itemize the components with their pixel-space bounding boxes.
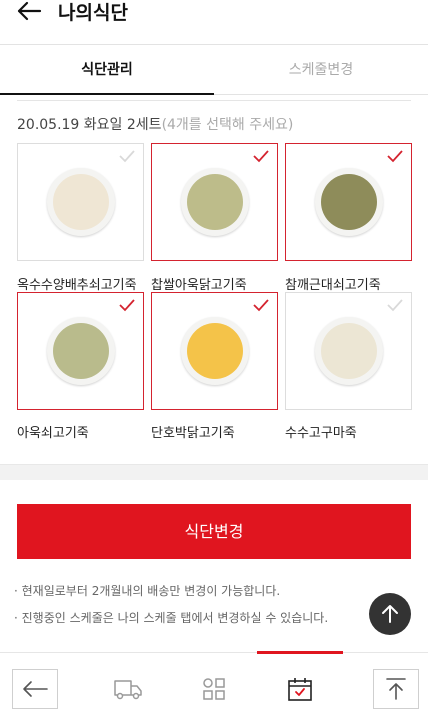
check-icon [253,299,269,312]
grid-icon [203,678,225,700]
menu-item-name: 아욱쇠고기죽 [17,426,89,441]
check-icon [387,150,403,163]
nav-menu-button[interactable] [191,669,237,709]
nav-back-button[interactable] [12,669,58,709]
menu-item-name: 단호박닭고기죽 [151,426,235,441]
scroll-top-icon [386,678,406,700]
porridge-bowl-image [315,168,383,236]
notice-item: · 진행중인 스케줄은 나의 스케줄 탭에서 변경하실 수 있습니다. [14,611,329,625]
calendar-check-icon [288,678,312,701]
change-diet-button[interactable]: 식단변경 [17,504,411,559]
porridge-bowl-image [47,317,115,385]
menu-item-name: 참깨근대쇠고기죽 [285,278,381,293]
notice-list: · 현재일로부터 2개월내의 배송만 변경이 가능합니다. · 진행중인 스케줄… [14,582,374,636]
menu-card[interactable] [151,292,278,410]
selection-info: 20.05.19 화요일 2세트(4개를 선택해 주세요) [17,114,293,134]
nav-schedule-button[interactable] [277,669,323,709]
back-button[interactable] [16,0,46,26]
check-icon [387,299,403,312]
menu-card[interactable] [151,143,278,261]
porridge-bowl-image [181,317,249,385]
divider [17,100,411,101]
menu-card[interactable] [285,143,412,261]
section-separator [0,464,428,480]
selection-weekday: 화요일 [83,117,123,133]
page-title: 나의식단 [58,2,128,24]
check-icon [253,150,269,163]
arrow-left-icon [17,1,42,21]
menu-card[interactable] [17,292,144,410]
check-icon [119,150,135,163]
arrow-left-icon [23,681,48,697]
porridge-bowl-image [315,317,383,385]
porridge-bowl-image [181,168,249,236]
menu-item-name: 찹쌀아욱닭고기죽 [151,278,247,293]
arrow-up-icon [382,605,398,623]
porridge-bowl-image [47,168,115,236]
truck-icon [114,680,142,700]
menu-card[interactable] [285,292,412,410]
tab-diet-management[interactable]: 식단관리 [0,45,214,95]
tab-schedule-change[interactable]: 스케줄변경 [214,45,428,95]
tab-bar: 식단관리 스케줄변경 [0,44,428,95]
menu-item-name: 수수고구마죽 [285,426,357,441]
app-header: 나의식단 [0,0,428,44]
menu-item-name: 옥수수양배추쇠고기죽 [17,278,137,293]
scroll-top-fab[interactable] [369,593,411,635]
bottom-navigation [0,651,428,720]
selection-set: 2세트 [126,117,162,133]
nav-delivery-button[interactable] [105,669,151,709]
nav-scroll-top-button[interactable] [373,669,419,709]
selection-date: 20.05.19 [17,117,80,133]
menu-card[interactable] [17,143,144,261]
notice-item: · 현재일로부터 2개월내의 배송만 변경이 가능합니다. [14,584,281,598]
active-indicator [257,651,343,654]
selection-hint: (4개를 선택해 주세요) [161,117,294,133]
check-icon [119,299,135,312]
